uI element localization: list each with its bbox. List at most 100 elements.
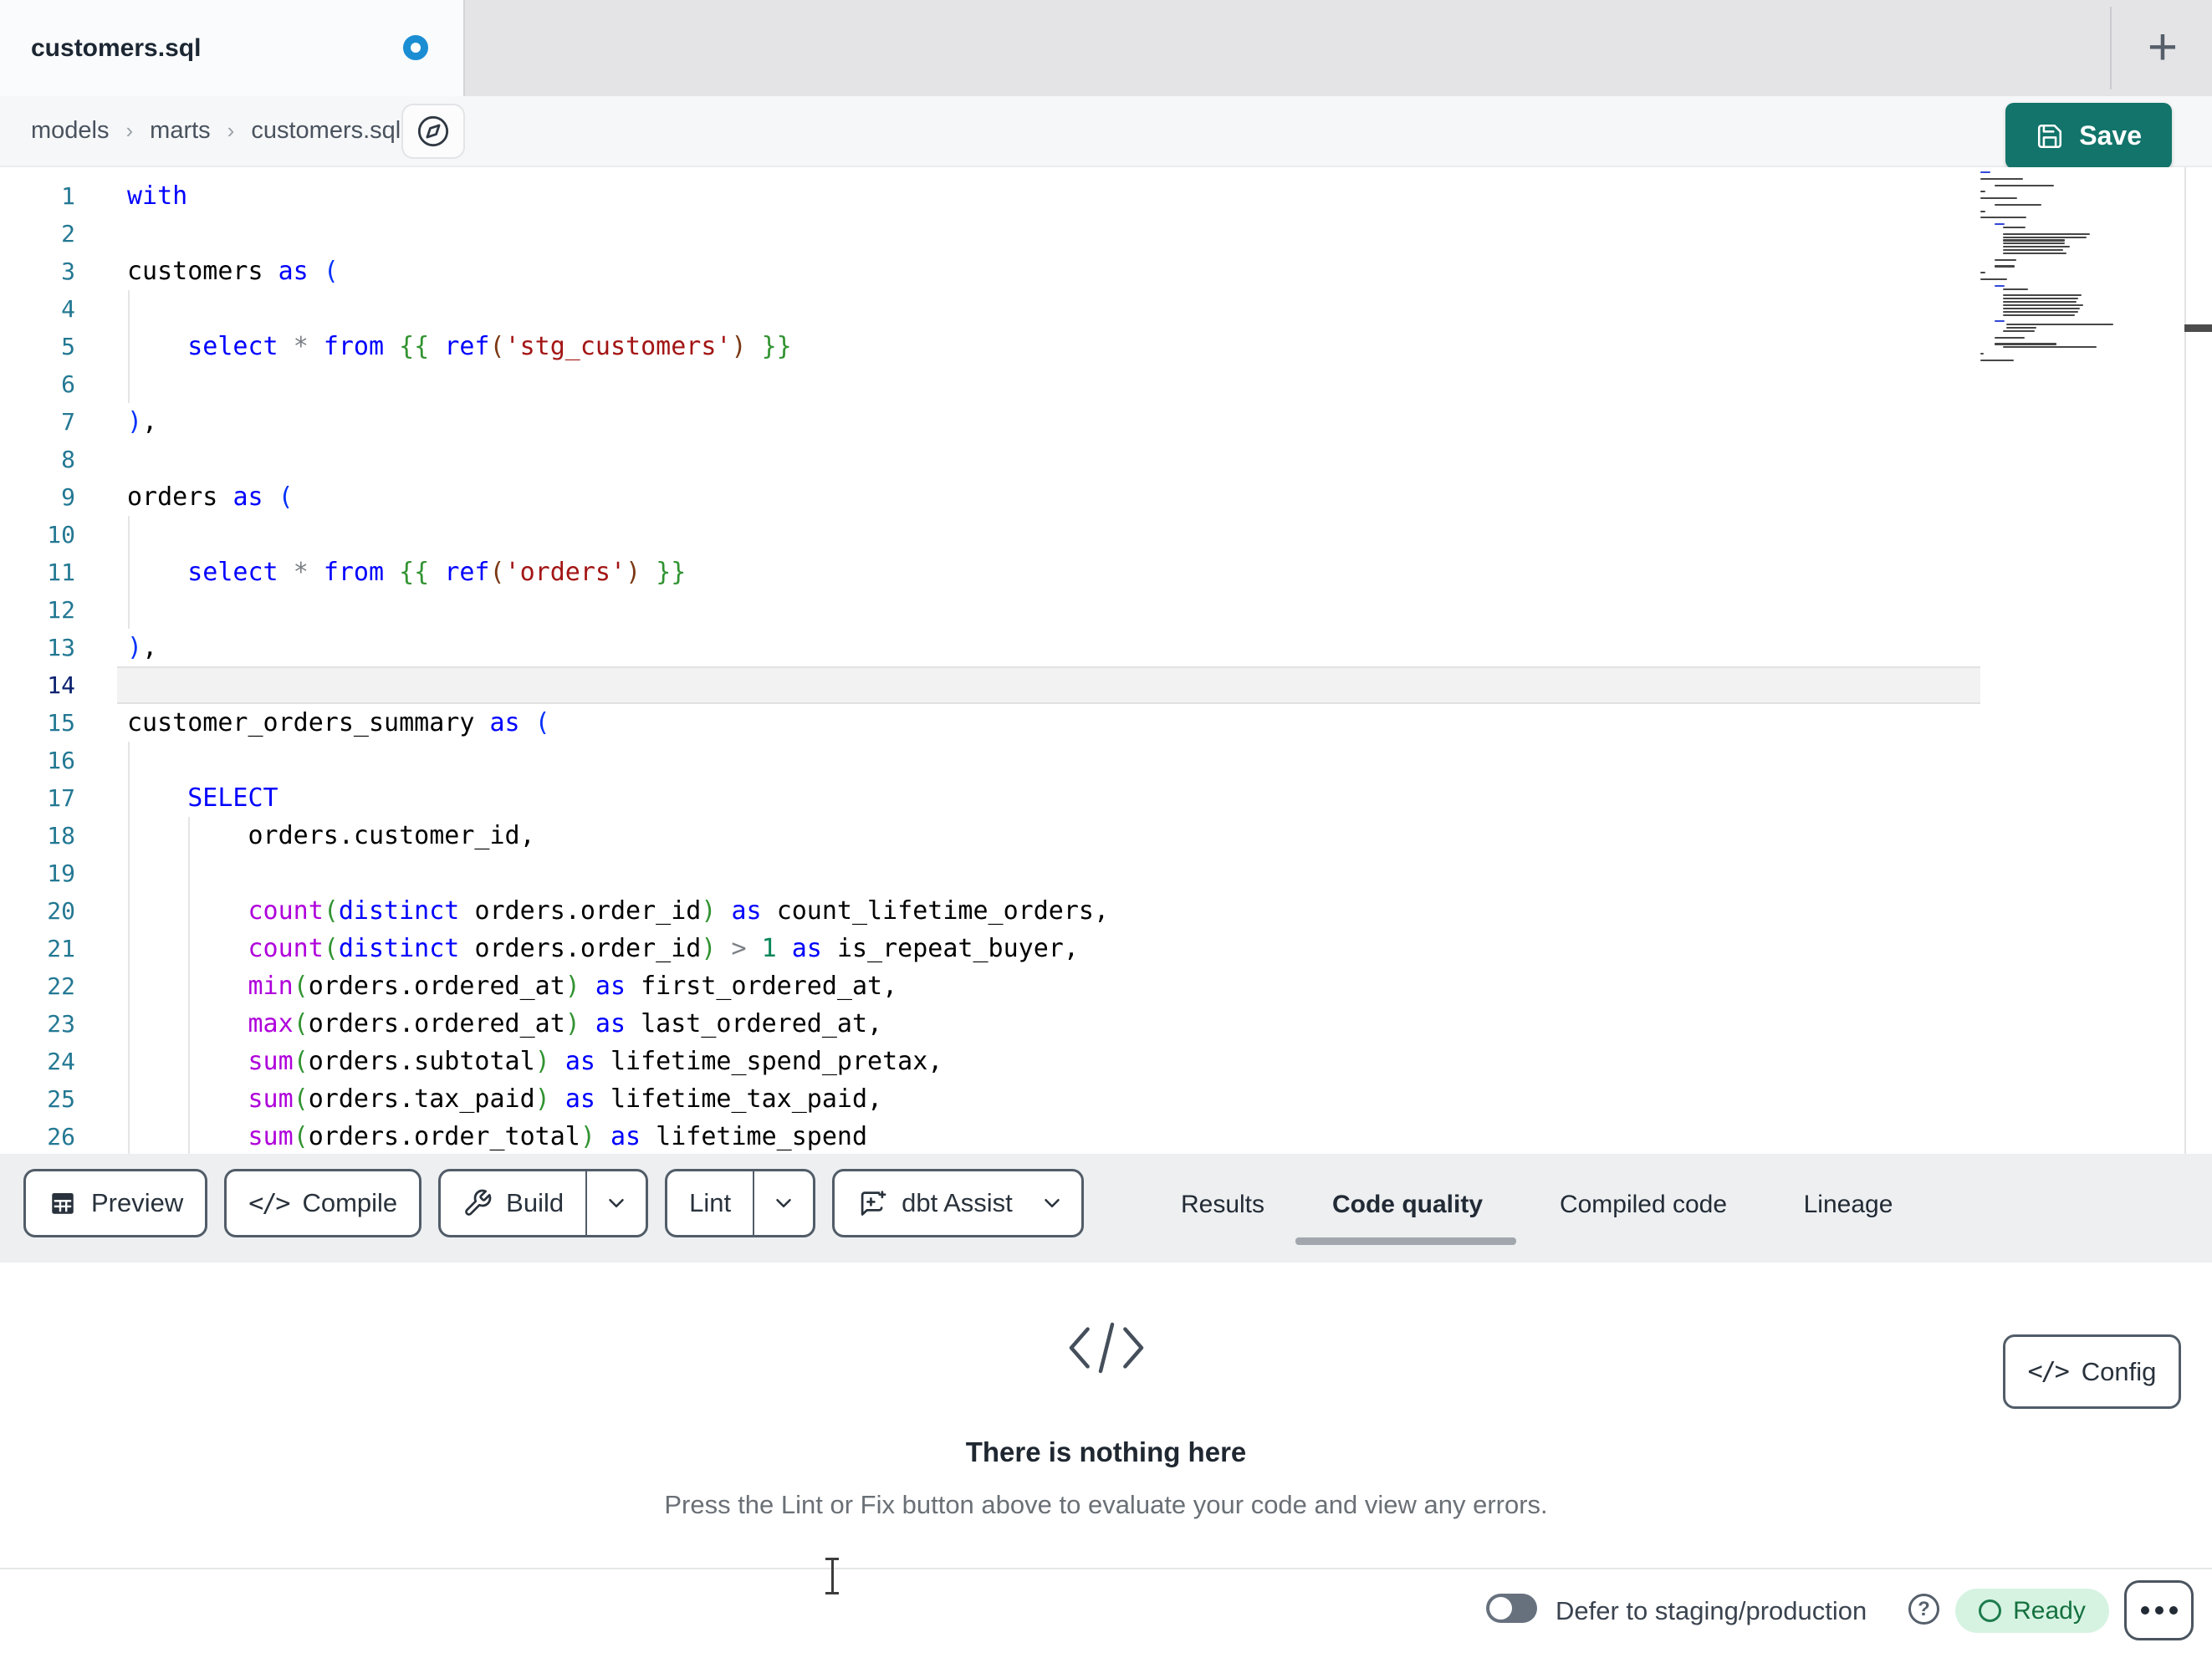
minimap-row: [2003, 242, 2065, 245]
tab-lineage[interactable]: Lineage: [1804, 1154, 1893, 1256]
minimap-row: [1995, 320, 2005, 323]
tab-bar-divider: [2110, 7, 2112, 89]
minimap[interactable]: [1980, 171, 2184, 556]
breadcrumb-separator: ›: [125, 118, 134, 143]
breadcrumb-bar: models › marts › customers.sql Save: [0, 96, 2212, 169]
help-icon[interactable]: ?: [1908, 1594, 1939, 1625]
code-line[interactable]: 1 with: [0, 177, 2212, 215]
code-brackets-icon: [1060, 1313, 1153, 1383]
minimap-row: [1980, 359, 2014, 361]
dot-icon: [2154, 1606, 2163, 1615]
minimap-row: [1995, 336, 2025, 339]
code-line[interactable]: 3 customers as (: [0, 253, 2212, 290]
minimap-row: [2003, 301, 2077, 304]
code-line[interactable]: 15 customer_orders_summary as (: [0, 704, 2212, 742]
code-line[interactable]: 25 sum(orders.tax_paid) as lifetime_tax_…: [0, 1080, 2212, 1118]
minimap-row: [1995, 265, 2015, 268]
minimap-row: [2003, 298, 2078, 300]
code-line[interactable]: 6: [0, 365, 2212, 403]
code-line[interactable]: 5 select * from {{ ref('stg_customers') …: [0, 328, 2212, 365]
line-number: 26: [47, 1123, 75, 1150]
line-number: 22: [47, 972, 75, 1000]
tab-results[interactable]: Results: [1181, 1154, 1264, 1256]
minimap-row: [2006, 327, 2036, 329]
code-line[interactable]: 13),: [0, 629, 2212, 666]
more-options-button[interactable]: [2124, 1580, 2194, 1640]
minimap-row: [2003, 346, 2097, 349]
line-number: 11: [47, 559, 75, 586]
breadcrumb-separator: ›: [227, 118, 235, 143]
active-tab-underline: [1295, 1237, 1516, 1245]
code-line[interactable]: 2: [0, 215, 2212, 253]
defer-toggle[interactable]: [1486, 1594, 1537, 1623]
code-line[interactable]: 26 sum(orders.order_total) as lifetime_s…: [0, 1118, 2212, 1154]
code-line[interactable]: 16: [0, 742, 2212, 779]
line-number: 25: [47, 1085, 75, 1113]
line-number: 8: [61, 446, 75, 473]
bottom-toolbar: Preview </> Compile Build Lint dbt Assis…: [0, 1154, 2212, 1263]
line-number: 12: [47, 596, 75, 624]
minimap-row: [2003, 252, 2066, 255]
code-line[interactable]: 8: [0, 441, 2212, 478]
line-number: 24: [47, 1048, 75, 1075]
line-number: 17: [47, 784, 75, 812]
minimap-row: [1995, 203, 2041, 206]
tab-bar: customers.sql +: [0, 0, 2212, 96]
panel-tab-strip: Results Code quality Compiled code Linea…: [0, 1154, 2212, 1263]
breadcrumb-item-models[interactable]: models: [31, 117, 110, 145]
code-line[interactable]: 20 count(distinct orders.order_id) as co…: [0, 892, 2212, 930]
code-editor[interactable]: 1 with 2 3 customers as (4 5 select * from {{…: [0, 167, 2212, 1154]
code-line[interactable]: 23 max(orders.ordered_at) as last_ordere…: [0, 1005, 2212, 1043]
minimap-row: [1980, 278, 2007, 281]
config-button[interactable]: </> Config: [2003, 1334, 2181, 1409]
minimap-row: [2003, 239, 2065, 242]
code-line[interactable]: 21 count(distinct orders.order_id) > 1 a…: [0, 930, 2212, 967]
code-lines: 1 with 2 3 customers as (4 5 select * from {{…: [0, 177, 2212, 1154]
status-badge[interactable]: Ready: [1955, 1589, 2109, 1633]
lineage-compass-button[interactable]: [401, 104, 465, 159]
empty-state-subtitle: Press the Lint or Fix button above to ev…: [664, 1490, 1548, 1519]
minimap-row: [1980, 210, 1985, 212]
editor-scrollbar-thumb[interactable]: [2184, 324, 2212, 332]
code-line[interactable]: 19: [0, 855, 2212, 892]
line-number: 19: [47, 860, 75, 887]
code-quality-panel: There is nothing here Press the Lint or …: [0, 1263, 2212, 1568]
code-line[interactable]: 11 select * from {{ ref('orders') }}: [0, 554, 2212, 591]
breadcrumb-item-marts[interactable]: marts: [150, 117, 211, 145]
unsaved-changes-dot-icon: [403, 35, 428, 60]
file-tab-customers-sql[interactable]: customers.sql: [0, 0, 465, 96]
empty-state: There is nothing here Press the Lint or …: [0, 1313, 2212, 1520]
minimap-row: [1995, 223, 2005, 226]
new-tab-button[interactable]: +: [2131, 15, 2194, 79]
code-line[interactable]: 24 sum(orders.subtotal) as lifetime_spen…: [0, 1043, 2212, 1080]
minimap-row: [1980, 177, 2023, 180]
dot-icon: [2140, 1606, 2149, 1615]
code-line[interactable]: 9 orders as (: [0, 478, 2212, 516]
minimap-row: [2003, 232, 2090, 235]
save-button[interactable]: Save: [2005, 103, 2172, 169]
dot-icon: [2169, 1606, 2178, 1615]
minimap-row: [2003, 288, 2028, 290]
code-line[interactable]: 10: [0, 516, 2212, 554]
minimap-row: [1995, 258, 2016, 261]
code-line[interactable]: 12: [0, 591, 2212, 629]
line-number: 9: [61, 483, 75, 511]
tab-compiled-code[interactable]: Compiled code: [1560, 1154, 1727, 1256]
line-number: 18: [47, 822, 75, 849]
line-number: 2: [61, 220, 75, 247]
minimap-row: [1980, 353, 1984, 355]
line-number: 20: [47, 897, 75, 925]
code-line[interactable]: 4: [0, 290, 2212, 328]
code-line[interactable]: 7),: [0, 403, 2212, 441]
code-line[interactable]: 22 min(orders.ordered_at) as first_order…: [0, 967, 2212, 1005]
minimap-row: [2003, 307, 2080, 309]
breadcrumb-item-file[interactable]: customers.sql: [251, 117, 401, 145]
dbt-cloud-ide: customers.sql + models › marts › custome…: [0, 0, 2212, 1653]
status-badge-label: Ready: [2013, 1596, 2086, 1625]
code-line[interactable]: 17 SELECT: [0, 779, 2212, 817]
minimap-row: [1995, 343, 2056, 345]
code-line[interactable]: 14: [0, 666, 2212, 704]
minimap-row: [1980, 197, 2017, 200]
code-line[interactable]: 18 orders.customer_id,: [0, 817, 2212, 855]
line-number: 6: [61, 370, 75, 398]
